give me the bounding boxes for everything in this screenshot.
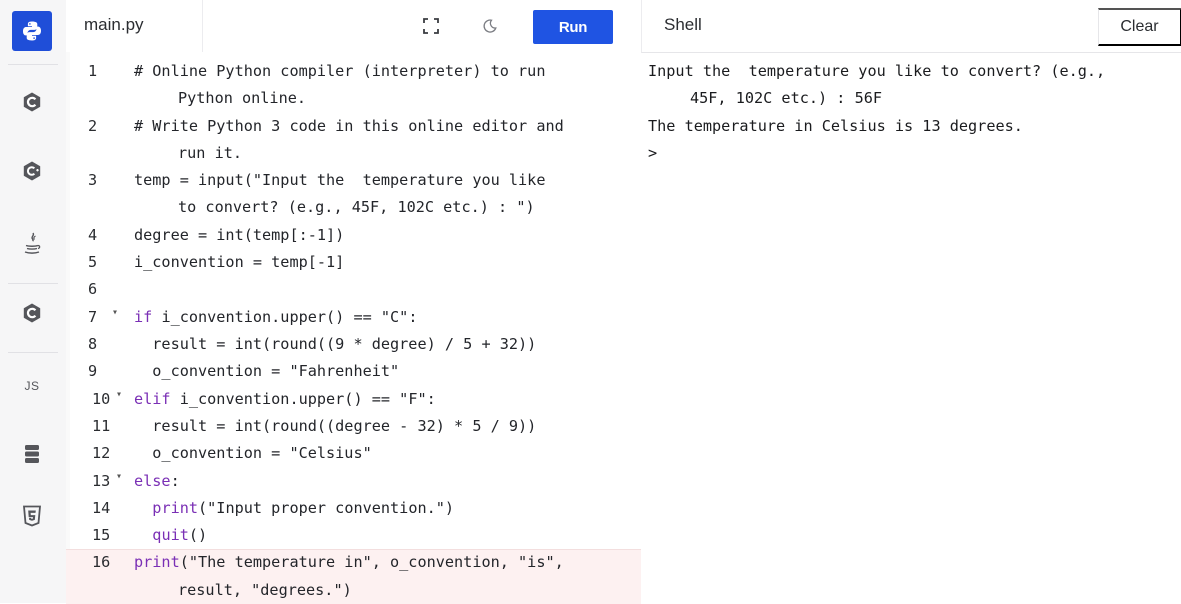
line-number: 9: [88, 362, 98, 381]
js-icon: JS: [24, 379, 40, 393]
shell-output-line: Input the temperature you like to conver…: [648, 62, 1106, 80]
code-text: result = int(round((9 * degree) / 5 + 32…: [134, 335, 537, 353]
csharp-icon: [23, 303, 41, 323]
line-number: 14: [92, 498, 111, 517]
cpp-icon: [23, 161, 41, 181]
moon-icon: [483, 19, 497, 33]
java-icon: [24, 232, 41, 254]
code-text: else:: [134, 471, 180, 490]
editor-header: main.py Run: [66, 0, 641, 53]
keyword-token: quit: [152, 526, 189, 545]
code-text-wrap: to convert? (e.g., 45F, 102C etc.) : "): [178, 198, 535, 217]
shell-header: Shell Clear: [641, 0, 1181, 53]
code-text: if i_convention.upper() == "C":: [134, 307, 418, 326]
sidebar-divider: [8, 352, 58, 353]
sidebar-divider: [8, 64, 58, 65]
code-editor[interactable]: 1 # Online Python compiler (interpreter) …: [66, 52, 641, 604]
line-number: 5: [88, 253, 98, 272]
fold-toggle-icon[interactable]: ▾: [116, 389, 122, 400]
code-text: o_convention = "Fahrenheit": [134, 362, 400, 381]
sidebar-item-c[interactable]: [12, 82, 52, 122]
code-text: i_convention = temp[-1]: [134, 253, 345, 272]
line-number: 2: [88, 116, 98, 135]
language-sidebar: JS: [0, 0, 67, 603]
sidebar-item-python[interactable]: [12, 11, 52, 51]
code-text-wrap: run it.: [178, 143, 243, 162]
html5-icon: [23, 505, 41, 527]
tab-divider: [202, 0, 203, 52]
code-text: result = int(round((degree - 32) * 5 / 9…: [134, 416, 537, 435]
line-number: 15: [92, 526, 111, 545]
fold-toggle-icon[interactable]: ▾: [116, 471, 122, 482]
keyword-token: print: [152, 498, 199, 517]
sidebar-item-csharp[interactable]: [12, 293, 52, 333]
theme-toggle-button[interactable]: [478, 14, 502, 38]
python-icon: [23, 21, 41, 41]
code-text-wrap: Python online.: [178, 89, 307, 108]
fold-toggle-icon[interactable]: ▾: [112, 307, 118, 318]
shell-title: Shell: [664, 15, 702, 34]
line-number: 16: [92, 553, 111, 572]
shell-prompt: >: [648, 143, 658, 162]
sidebar-divider: [8, 283, 58, 284]
code-text: o_convention = "Celsius": [134, 444, 372, 463]
code-text: temp = input("Input the temperature you …: [134, 171, 546, 190]
shell-output-line: The temperature in Celsius is 13 degrees…: [648, 116, 1023, 135]
shell-output[interactable]: Input the temperature you like to conver…: [641, 52, 1181, 603]
code-text: # Online Python compiler (interpreter) t…: [134, 62, 546, 80]
code-text: print("The temperature in", o_convention…: [134, 553, 564, 572]
line-number: 12: [92, 444, 111, 463]
clear-button[interactable]: Clear: [1098, 8, 1181, 46]
code-text-wrap: result, "degrees."): [178, 580, 352, 599]
code-text: quit(): [152, 526, 208, 545]
line-number: 11: [92, 416, 111, 435]
sidebar-item-js[interactable]: JS: [12, 366, 52, 406]
code-text: print("Input proper convention."): [152, 498, 455, 517]
gutter: [66, 52, 70, 603]
line-number: 4: [88, 225, 98, 244]
fullscreen-button[interactable]: [419, 14, 443, 38]
file-tab-main-py[interactable]: main.py: [84, 15, 144, 35]
keyword-token: if: [134, 307, 153, 326]
keyword-token: elif: [134, 389, 171, 408]
line-number: 1: [88, 62, 98, 80]
line-number: 8: [88, 335, 98, 353]
sidebar-item-java[interactable]: [12, 224, 52, 264]
fullscreen-icon: [423, 18, 439, 34]
line-number: 3: [88, 171, 98, 190]
line-number: 6: [88, 280, 98, 299]
run-button[interactable]: Run: [533, 10, 613, 44]
keyword-token: print: [134, 553, 180, 572]
sidebar-item-html[interactable]: [12, 496, 52, 536]
code-text: # Write Python 3 code in this online edi…: [134, 116, 564, 135]
code-text: degree = int(temp[:-1]): [134, 225, 345, 244]
sidebar-item-cpp[interactable]: [12, 151, 52, 191]
keyword-token: else: [134, 471, 171, 490]
code-text: elif i_convention.upper() == "F":: [134, 389, 436, 408]
c-icon: [23, 92, 41, 112]
sidebar-item-sql[interactable]: [12, 434, 52, 474]
shell-output-wrap: 45F, 102C etc.) : 56F: [690, 89, 883, 108]
database-icon: [25, 445, 39, 463]
